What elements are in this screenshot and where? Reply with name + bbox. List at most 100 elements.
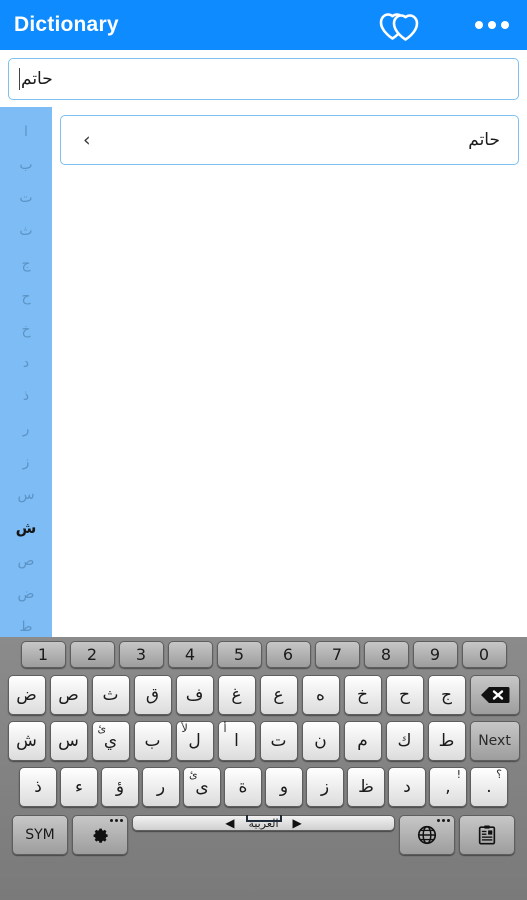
chevron-left-icon[interactable]: ◀ [225,816,234,830]
key-letter-ظ[interactable]: ظ [347,767,385,807]
next-key-label: Next [478,733,511,749]
key-letter-س[interactable]: س [49,721,88,761]
clipboard-icon [476,824,498,846]
key-letter-ا[interactable]: أا [217,721,256,761]
alphabet-index-letter[interactable]: ب [0,148,52,181]
key-letter-ص[interactable]: ص [49,675,88,715]
key-label: ظ [358,777,374,797]
alphabet-index-letter-label: ت [19,189,33,206]
key-letter-خ[interactable]: خ [343,675,382,715]
gear-key-dots [110,819,123,822]
key-label: ت [270,731,287,751]
key-letter-ى[interactable]: ئى [183,767,221,807]
alphabet-index-letter[interactable]: ح [0,280,52,313]
key-letter-ب[interactable]: ب [133,721,172,761]
chevron-left-icon[interactable]: ‹ [83,130,91,150]
key-label: ع [273,685,284,705]
alphabet-index-rail[interactable]: ابتثجحخدذرزسشصضط [0,107,52,644]
result-card[interactable]: ‹ حاتم [60,115,519,165]
clipboard-key[interactable] [459,815,515,855]
key-letter-د[interactable]: د [388,767,426,807]
alphabet-index-letter[interactable]: خ [0,313,52,346]
key-letter-ك[interactable]: ك [385,721,424,761]
key-number-5[interactable]: 5 [216,641,262,668]
sym-key[interactable]: SYM [12,815,68,855]
key-letter-ه[interactable]: ه [301,675,340,715]
alphabet-index-letter-label: ض [17,586,35,603]
key-label: ه [316,685,325,705]
alphabet-index-letter[interactable]: س [0,479,52,512]
key-label: ض [16,685,37,705]
alphabet-index-letter-label: ث [19,222,33,239]
key-number-1[interactable]: 1 [20,641,66,668]
key-letter-ز[interactable]: ز [306,767,344,807]
key-punct-,[interactable]: !, [429,767,467,807]
key-number-7[interactable]: 7 [314,641,360,668]
key-label: . [486,777,492,797]
key-number-0[interactable]: 0 [461,641,507,668]
next-key[interactable]: Next [469,721,520,761]
alphabet-index-letter[interactable]: ث [0,214,52,247]
alphabet-index-letter[interactable]: ج [0,247,52,280]
key-letter-غ[interactable]: غ [217,675,256,715]
language-switch-key[interactable] [399,815,455,855]
search-input-value: حاتم [21,68,53,89]
key-letter-ت[interactable]: ت [259,721,298,761]
key-letter-ذ[interactable]: ذ [19,767,57,807]
key-number-6[interactable]: 6 [265,641,311,668]
key-letter-م[interactable]: م [343,721,382,761]
key-letter-ث[interactable]: ث [91,675,130,715]
key-label: 1 [37,645,49,664]
keyboard-row-functions: SYM ▶ العربية ◀ [3,815,524,861]
spacebar-glyph [245,815,282,822]
alphabet-index-letter[interactable]: ر [0,413,52,446]
key-letter-ض[interactable]: ض [7,675,46,715]
key-number-3[interactable]: 3 [118,641,164,668]
search-input[interactable]: حاتم [8,58,519,100]
key-number-2[interactable]: 2 [69,641,115,668]
key-letter-ي[interactable]: ئي [91,721,130,761]
alphabet-index-letter[interactable]: ا [0,115,52,148]
key-letter-ن[interactable]: ن [301,721,340,761]
key-label: ق [145,685,160,705]
chevron-right-icon[interactable]: ▶ [293,816,302,830]
key-number-8[interactable]: 8 [363,641,409,668]
alphabet-index-letter[interactable]: ش [0,512,52,545]
alphabet-index-letter[interactable]: ت [0,181,52,214]
result-word: حاتم [468,130,500,150]
two-hearts-icon[interactable] [377,8,423,42]
backspace-icon [480,685,510,705]
alphabet-index-letter[interactable]: ص [0,545,52,578]
key-letter-ء[interactable]: ء [60,767,98,807]
overflow-menu-icon[interactable] [475,21,509,29]
keyboard-row-numbers: 1 2 3 4 5 6 7 8 9 0 [3,641,524,675]
settings-key[interactable] [72,815,128,855]
alphabet-index-letter-label: ح [21,288,31,305]
key-letter-ق[interactable]: ق [133,675,172,715]
key-number-4[interactable]: 4 [167,641,213,668]
key-secondary-label: ! [456,768,461,781]
key-letter-ؤ[interactable]: ؤ [101,767,139,807]
key-label: ب [144,731,161,751]
key-label: 3 [135,645,147,664]
spacebar-key[interactable]: ▶ العربية ◀ [132,815,395,831]
key-letter-ف[interactable]: ف [175,675,214,715]
key-letter-ر[interactable]: ر [142,767,180,807]
key-letter-ة[interactable]: ة [224,767,262,807]
key-letter-ش[interactable]: ش [7,721,46,761]
key-letter-ط[interactable]: ط [427,721,466,761]
alphabet-index-letter[interactable]: ض [0,578,52,611]
key-punct-.[interactable]: ؟. [470,767,508,807]
backspace-key[interactable] [469,675,520,715]
key-letter-ل[interactable]: لأ ل [175,721,214,761]
key-letter-ج[interactable]: ج [427,675,466,715]
alphabet-index-letter[interactable]: ذ [0,380,52,413]
key-letter-و[interactable]: و [265,767,303,807]
key-letter-ع[interactable]: ع [259,675,298,715]
key-number-9[interactable]: 9 [412,641,458,668]
alphabet-index-letter[interactable]: د [0,346,52,379]
key-label: ص [58,685,79,705]
alphabet-index-letter-label: ر [22,421,30,438]
key-letter-ح[interactable]: ح [385,675,424,715]
alphabet-index-letter[interactable]: ز [0,446,52,479]
